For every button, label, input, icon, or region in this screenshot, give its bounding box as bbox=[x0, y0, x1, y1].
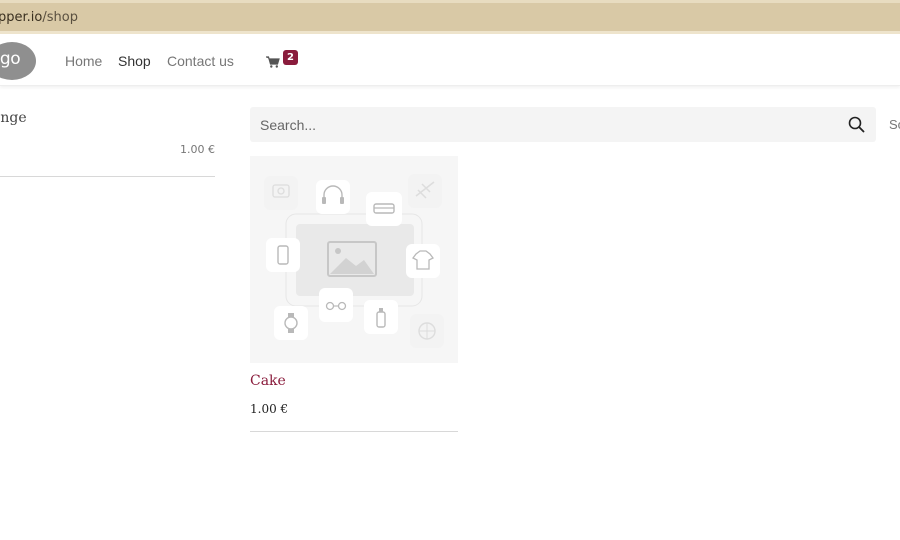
nav-contact-link[interactable]: Contact us bbox=[167, 53, 234, 69]
nav-home-link[interactable]: Home bbox=[65, 53, 102, 69]
cart-button[interactable]: 2 bbox=[266, 50, 302, 74]
browser-url-bar[interactable]: pper.io/shop bbox=[0, 0, 900, 34]
product-price: 1.00 € bbox=[250, 402, 289, 416]
cart-icon bbox=[266, 56, 280, 68]
nav-shop-link[interactable]: Shop bbox=[118, 53, 151, 69]
product-card-divider bbox=[250, 431, 458, 432]
search-icon[interactable] bbox=[848, 116, 865, 133]
site-header: ogo Home Shop Contact us 2 bbox=[0, 36, 900, 86]
sort-by-label[interactable]: So bbox=[889, 117, 900, 132]
product-search bbox=[250, 107, 876, 142]
placeholder-image-icon bbox=[264, 174, 444, 348]
price-range-title: ange bbox=[0, 110, 27, 126]
price-range-value: 1.00 € bbox=[180, 143, 215, 156]
sidebar-divider bbox=[0, 176, 215, 177]
product-image[interactable] bbox=[250, 156, 458, 363]
url-text: pper.io/shop bbox=[0, 10, 78, 25]
cart-count-badge: 2 bbox=[283, 50, 298, 65]
search-input[interactable] bbox=[250, 107, 830, 142]
product-name[interactable]: Cake bbox=[250, 373, 286, 389]
logo-text: ogo bbox=[0, 49, 21, 69]
site-logo[interactable]: ogo bbox=[0, 42, 36, 80]
